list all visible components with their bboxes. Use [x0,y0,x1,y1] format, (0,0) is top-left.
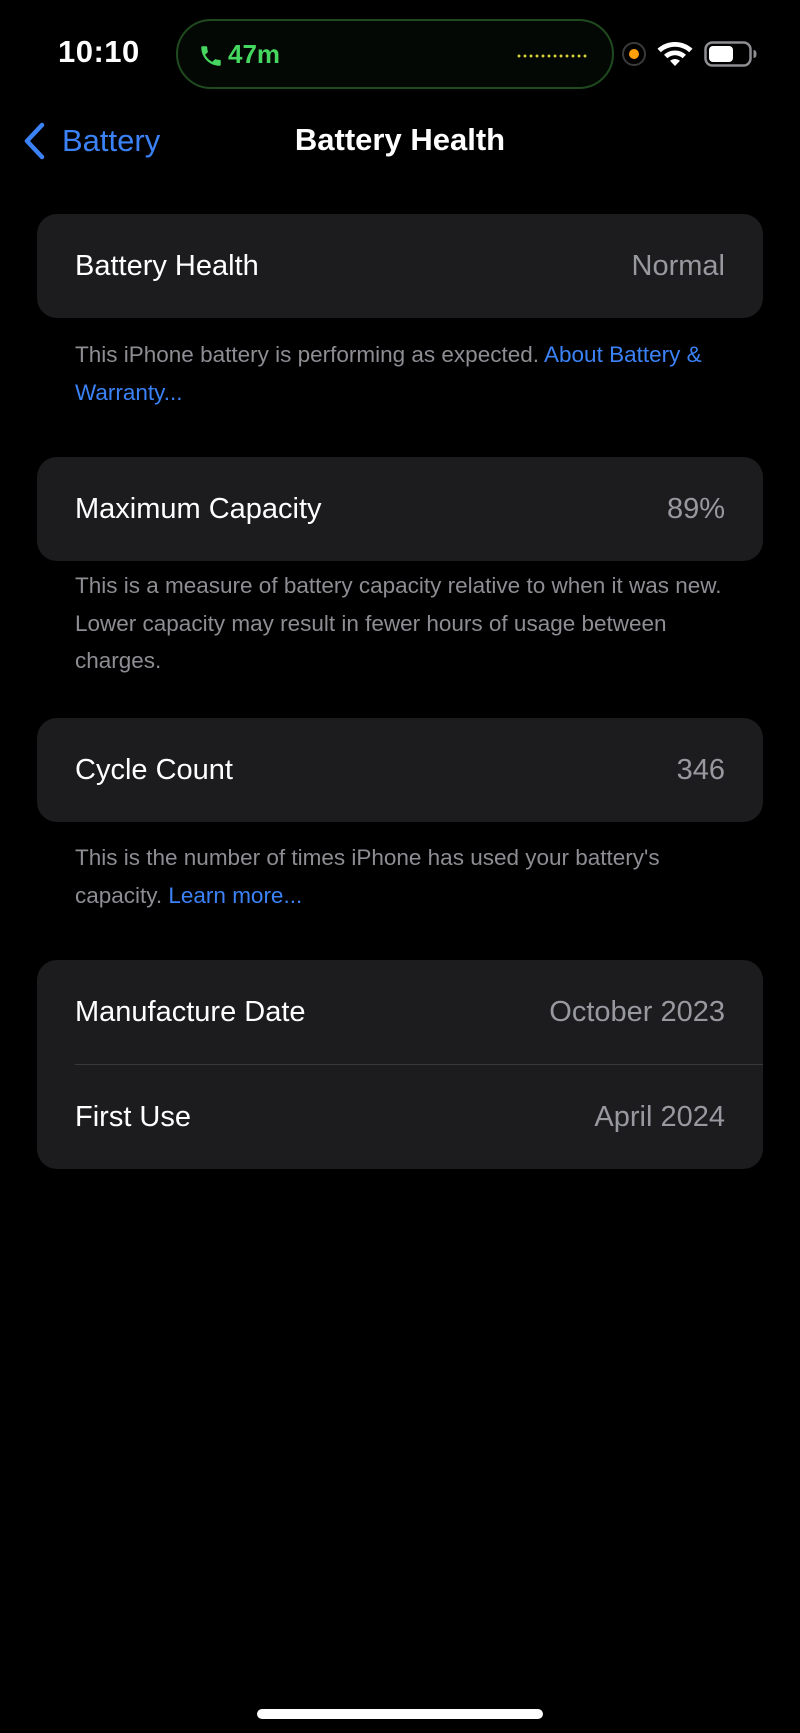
manufacture-date-row: Manufacture Date October 2023 [37,960,763,1064]
manufacture-date-label: Manufacture Date [75,995,306,1028]
maximum-capacity-label: Maximum Capacity [75,492,322,525]
maximum-capacity-row: Maximum Capacity 89% [37,457,763,561]
wifi-icon [657,42,693,66]
first-use-label: First Use [75,1100,191,1133]
maximum-capacity-card: Maximum Capacity 89% [37,457,763,561]
first-use-value: April 2024 [594,1100,725,1133]
battery-health-footnote: This iPhone battery is performing as exp… [75,336,735,411]
manufacture-date-value: October 2023 [549,995,725,1028]
battery-dates-card: Manufacture Date October 2023 First Use … [37,960,763,1169]
battery-icon [704,41,757,67]
waveform-icon [516,54,588,58]
cycle-count-row: Cycle Count 346 [37,718,763,822]
battery-health-value: Normal [631,249,725,282]
mic-indicator-icon [622,42,646,66]
status-bar: 10:10 47m [0,0,800,110]
maximum-capacity-footnote: This is a measure of battery capacity re… [75,567,735,680]
maximum-capacity-value: 89% [666,492,725,525]
battery-health-label: Battery Health [75,249,259,282]
call-duration: 47m [228,39,281,69]
maximum-capacity-footnote-text: This is a measure of battery capacity re… [75,573,722,673]
first-use-row: First Use April 2024 [37,1065,763,1169]
cycle-count-value: 346 [676,753,725,786]
cycle-count-footnote: This is the number of times iPhone has u… [75,839,735,914]
battery-health-row: Battery Health Normal [37,214,763,318]
status-time: 10:10 [58,34,140,69]
cycle-count-label: Cycle Count [75,753,233,786]
cycle-count-footnote-text: This is the number of times iPhone has u… [75,845,660,908]
page-title: Battery Health [294,122,506,157]
home-indicator[interactable] [257,1709,543,1719]
battery-health-footnote-text: This iPhone battery is performing as exp… [75,342,539,367]
learn-more-link[interactable]: Learn more... [168,883,302,908]
battery-health-card: Battery Health Normal [37,214,763,318]
phone-icon [201,46,221,66]
active-call-pill[interactable]: 47m [176,19,614,89]
cycle-count-card: Cycle Count 346 [37,718,763,822]
